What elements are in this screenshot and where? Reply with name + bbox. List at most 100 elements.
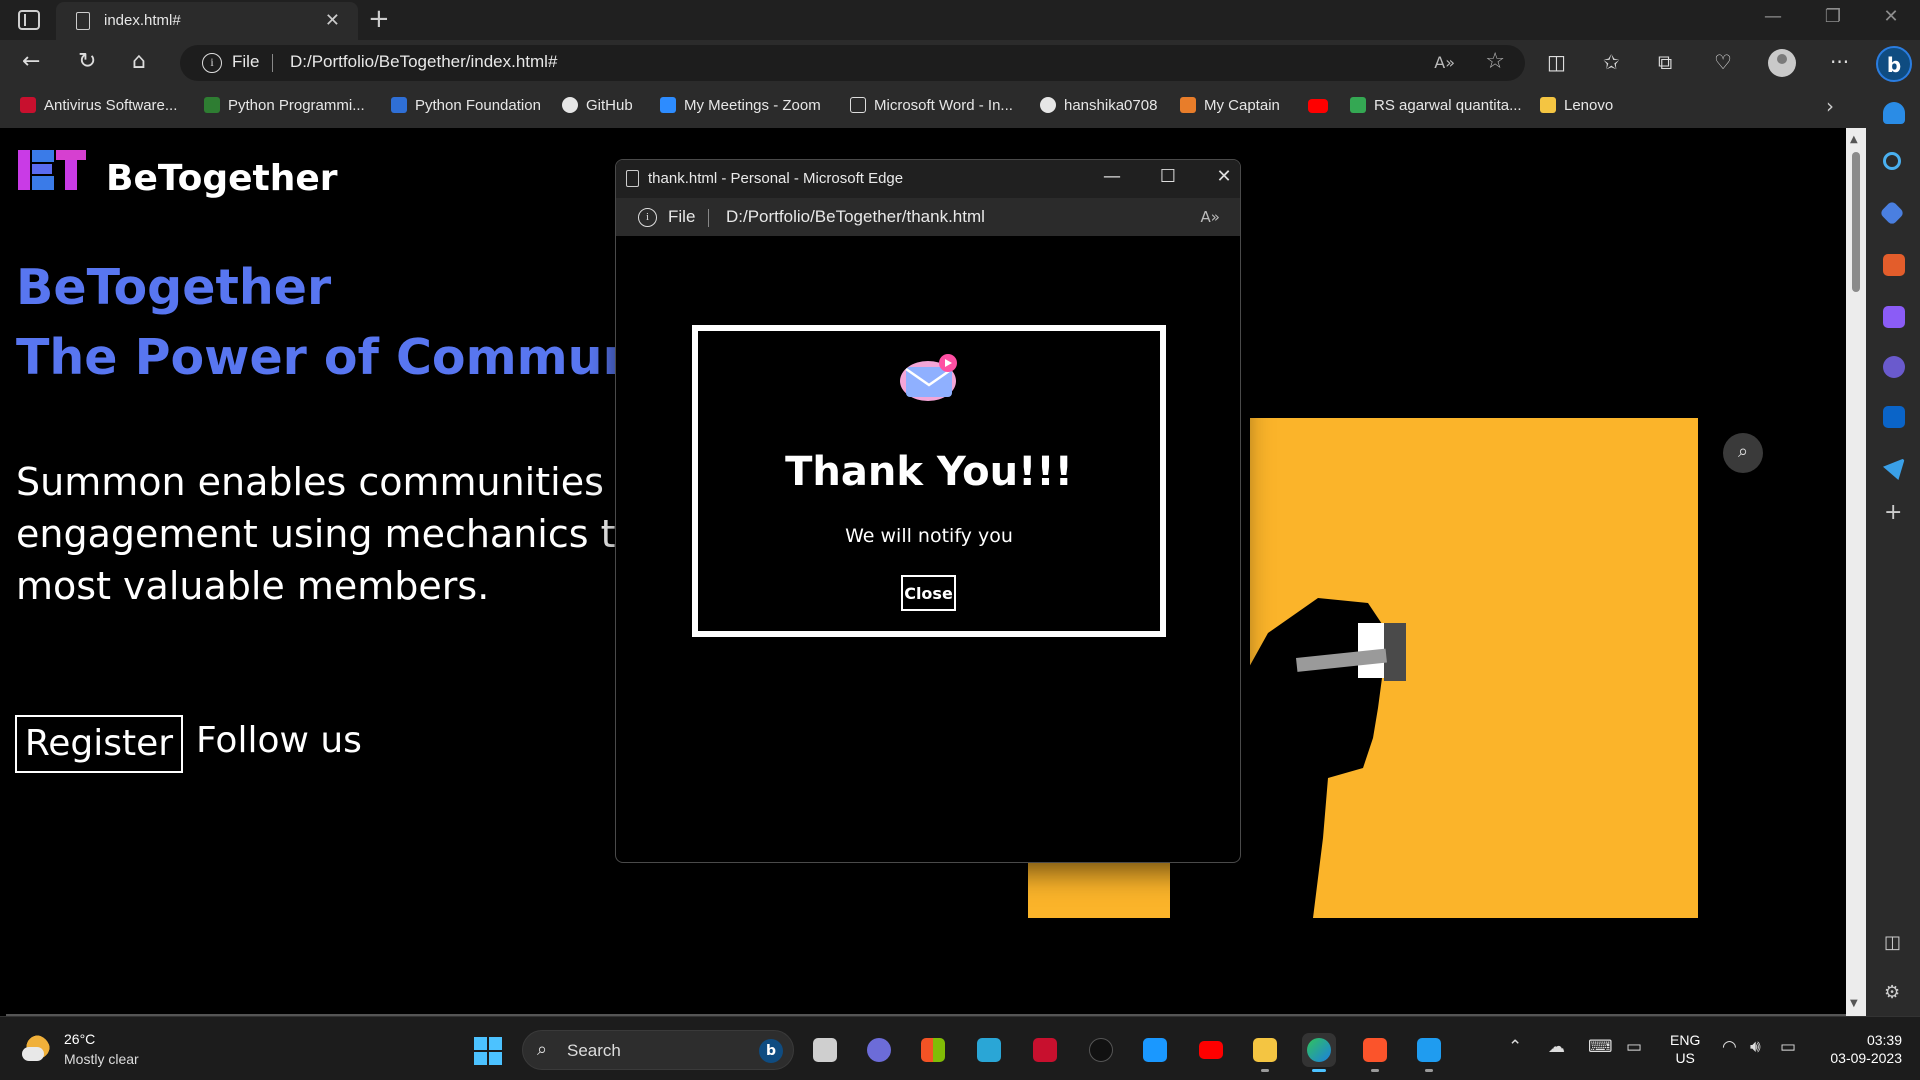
wifi-icon[interactable]: ◠ xyxy=(1722,1037,1737,1057)
favorite-label: Antivirus Software... xyxy=(44,97,178,114)
language-indicator[interactable]: ENG US xyxy=(1670,1031,1700,1067)
monitor-app-icon[interactable] xyxy=(972,1033,1006,1067)
more-menu-icon[interactable]: ··· xyxy=(1830,50,1849,74)
favorite-item[interactable] xyxy=(1308,97,1336,114)
notification-bell-icon[interactable] xyxy=(1883,102,1905,124)
windows-logo-icon xyxy=(489,1037,502,1050)
address-scheme: File xyxy=(668,207,696,226)
favorite-label: hanshika0708 xyxy=(1064,97,1158,114)
favorite-star-icon[interactable]: ☆ xyxy=(1485,49,1505,74)
address-url[interactable]: D:/Portfolio/BeTogether/index.html# xyxy=(290,52,557,72)
close-window-icon[interactable]: ✕ xyxy=(1868,6,1914,27)
clock-date: 03-09-2023 xyxy=(1830,1050,1902,1066)
clock-time: 03:39 xyxy=(1866,1032,1902,1048)
follow-us-link[interactable]: Follow us xyxy=(196,720,362,761)
scroll-down-icon[interactable]: ▼ xyxy=(1850,998,1858,1009)
tools-icon[interactable] xyxy=(1883,254,1905,276)
address-url[interactable]: D:/Portfolio/BeTogether/thank.html xyxy=(726,207,985,227)
onedrive-icon[interactable]: ☁ xyxy=(1548,1037,1565,1057)
restore-icon[interactable]: ❐ xyxy=(1810,6,1856,27)
windows-logo-icon xyxy=(489,1052,502,1065)
favorite-item[interactable]: Microsoft Word - In... xyxy=(850,97,1013,114)
split-screen-icon[interactable]: ◫ xyxy=(1547,50,1566,74)
favorite-item[interactable]: hanshika0708 xyxy=(1040,97,1157,114)
close-button[interactable]: Close xyxy=(901,575,956,611)
favorite-item[interactable]: Python Programmi... xyxy=(204,97,365,114)
sidebar-toggle-icon[interactable]: ◫ xyxy=(1884,932,1901,953)
home-icon[interactable]: ⌂ xyxy=(132,49,146,74)
brave-icon[interactable] xyxy=(1358,1033,1392,1072)
start-button[interactable] xyxy=(474,1037,502,1065)
maximize-icon[interactable]: ☐ xyxy=(1148,166,1188,187)
close-window-icon[interactable]: ✕ xyxy=(1204,166,1240,187)
youtube-icon[interactable] xyxy=(1194,1033,1228,1067)
thank-you-card: Thank You!!! We will notify you Close xyxy=(692,325,1166,637)
shopping-tag-icon[interactable] xyxy=(1879,200,1905,226)
scrollbar-thumb[interactable] xyxy=(1852,152,1860,292)
vscode-icon[interactable] xyxy=(1412,1033,1446,1072)
back-icon[interactable]: ← xyxy=(22,49,40,74)
edge-icon[interactable] xyxy=(1302,1033,1336,1072)
drive-icon xyxy=(1350,97,1366,113)
profile-avatar[interactable] xyxy=(1768,49,1796,77)
tab-close-icon[interactable]: ✕ xyxy=(325,10,340,31)
site-info-icon[interactable]: i xyxy=(202,53,222,73)
taskbar-search[interactable]: ⌕ Search b xyxy=(522,1030,794,1070)
tab-index[interactable]: index.html# ✕ xyxy=(56,2,358,40)
drop-icon[interactable] xyxy=(1883,458,1905,480)
microsoft-store-icon[interactable] xyxy=(916,1033,950,1067)
chevron-up-icon[interactable]: ⌃ xyxy=(1508,1037,1522,1057)
scroll-up-icon[interactable]: ▲ xyxy=(1850,134,1858,145)
chevron-right-icon[interactable]: › xyxy=(1826,94,1834,118)
prime-video-icon[interactable] xyxy=(1138,1033,1172,1067)
search-icon[interactable] xyxy=(1883,152,1901,170)
display-icon[interactable]: ▭ xyxy=(1626,1037,1642,1057)
favorite-item[interactable]: My Captain xyxy=(1180,97,1280,114)
outlook-icon[interactable] xyxy=(1883,406,1905,428)
new-tab-icon[interactable]: + xyxy=(368,4,390,34)
settings-gear-icon[interactable]: ⚙ xyxy=(1884,982,1900,1003)
page-icon xyxy=(76,12,90,30)
minimize-icon[interactable]: — xyxy=(1092,166,1132,187)
read-aloud-icon[interactable]: A» xyxy=(1434,53,1455,72)
favorites-icon[interactable]: ✩ xyxy=(1603,50,1620,74)
collections-icon[interactable]: ⧉ xyxy=(1658,50,1672,74)
site-info-icon[interactable]: i xyxy=(638,208,657,227)
add-icon[interactable]: + xyxy=(1884,500,1902,525)
file-explorer-icon[interactable] xyxy=(1248,1033,1282,1072)
favorite-label: Python Foundation xyxy=(415,97,541,114)
bing-icon[interactable]: b xyxy=(759,1039,783,1063)
favorite-item[interactable]: Python Foundation xyxy=(391,97,541,114)
tab-actions-icon[interactable] xyxy=(18,10,40,30)
register-button[interactable]: Register xyxy=(15,715,183,773)
keyboard-icon[interactable]: ⌨ xyxy=(1588,1037,1613,1057)
read-aloud-icon[interactable]: A» xyxy=(1201,208,1220,226)
favorite-item[interactable]: GitHub xyxy=(562,97,633,114)
volume-icon[interactable]: 🔊︎ xyxy=(1750,1037,1761,1057)
mcafee-icon[interactable] xyxy=(1028,1033,1062,1067)
visual-search-icon[interactable]: ⌕ xyxy=(1723,433,1763,473)
weather-icon[interactable] xyxy=(20,1035,50,1065)
weather-condition[interactable]: Mostly clear xyxy=(64,1051,139,1067)
clock[interactable]: 03:39 03-09-2023 xyxy=(1822,1031,1902,1067)
weather-temperature[interactable]: 26°C xyxy=(64,1031,95,1047)
refresh-icon[interactable]: ↻ xyxy=(78,49,96,74)
rve-app-icon[interactable] xyxy=(1084,1033,1118,1067)
vertical-scrollbar[interactable]: ▲ ▼ xyxy=(1846,128,1866,1016)
address-bar[interactable]: i File D:/Portfolio/BeTogether/index.htm… xyxy=(180,45,1525,81)
browser-essentials-icon[interactable]: ♡ xyxy=(1714,50,1732,74)
favorite-item[interactable]: Antivirus Software... xyxy=(20,97,177,114)
zoom-icon xyxy=(660,97,676,113)
copilot-icon[interactable]: b xyxy=(1876,46,1912,82)
minimize-icon[interactable]: — xyxy=(1750,6,1796,27)
office-icon[interactable] xyxy=(1883,356,1905,378)
favorite-item[interactable]: RS agarwal quantita... xyxy=(1350,97,1522,114)
favorite-item[interactable]: Lenovo xyxy=(1540,97,1613,114)
favorite-label: My Captain xyxy=(1204,97,1280,114)
teams-chat-icon[interactable] xyxy=(862,1033,896,1067)
tab-strip: index.html# ✕ + — ❐ ✕ xyxy=(0,0,1920,40)
favorite-item[interactable]: My Meetings - Zoom xyxy=(660,97,821,114)
task-view-icon[interactable] xyxy=(808,1033,842,1067)
battery-icon[interactable]: ▭ xyxy=(1780,1037,1796,1057)
games-icon[interactable] xyxy=(1883,306,1905,328)
